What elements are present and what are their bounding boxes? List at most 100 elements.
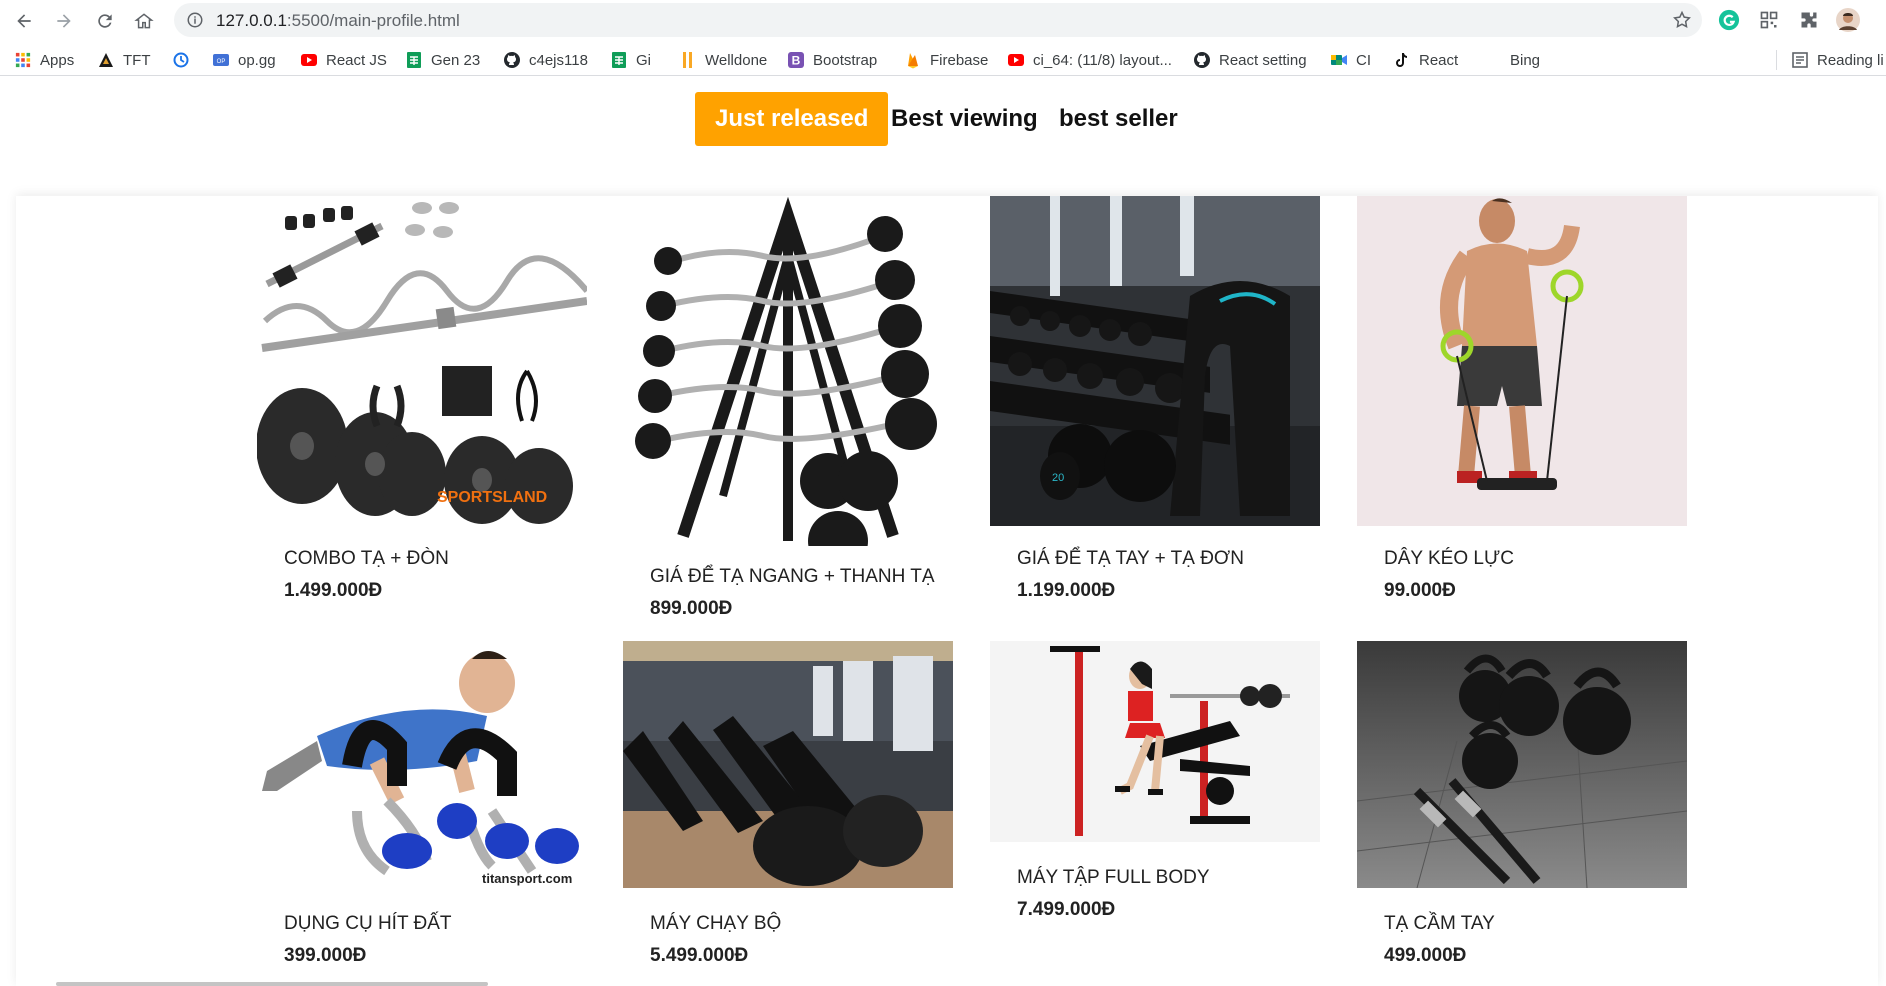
url-host: 127.0.0.1 [216,11,287,30]
bookmark-label: Reading li [1817,51,1884,69]
youtube-icon [1007,51,1025,69]
bookmark-label: Firebase [930,51,989,69]
browser-toolbar: 127.0.0.1:5500/main-profile.html [0,0,1886,40]
product-name[interactable]: DỤNG CỤ HÍT ĐẤT [284,913,451,935]
gym-dumbbell-rack-image: 20 [990,196,1320,526]
bookmark-welldone[interactable]: Welldone [679,50,767,70]
product-price: 1.499.000Đ [284,580,383,601]
product-name[interactable]: MÁY TẬP FULL BODY [1017,867,1210,889]
firebase-icon [904,51,922,69]
product-name[interactable]: TẠ CẦM TAY [1384,913,1495,935]
bookmark-label: c4ejs118 [529,51,588,69]
home-button[interactable] [129,6,159,36]
home-gym-bench-image [990,641,1320,842]
bookmark-bing[interactable]: Bing [1484,50,1540,70]
bookmark-history[interactable] [172,50,198,70]
horizontal-scrollbar[interactable] [56,982,488,986]
product-name[interactable]: MÁY CHẠY BỘ [650,913,781,935]
opgg-icon: OP [212,51,230,69]
product-price: 99.000Đ [1384,580,1456,601]
history-icon [172,51,190,69]
bookmark-ci-64-layout[interactable]: ci_64: (11/8) layout... [1007,50,1172,70]
bookmark-tft[interactable]: TFT [97,50,151,70]
product-name[interactable]: GIÁ ĐỂ TẠ TAY + TẠ ĐƠN [1017,548,1244,570]
bookmark-c4ejs118[interactable]: c4ejs118 [503,50,588,70]
extensions-puzzle-icon[interactable] [1797,8,1821,32]
bookmark-label: Gi [636,51,651,69]
bookmark-opgg[interactable]: OP op.gg [212,50,276,70]
bookmark-star-icon[interactable] [1672,10,1692,30]
qr-code-icon[interactable] [1757,8,1781,32]
product-price: 899.000Đ [650,598,733,619]
bookmark-label: Bing [1510,51,1541,69]
bookmark-label: React setting [1219,51,1307,69]
product-price: 499.000Đ [1384,945,1467,966]
tiktok-icon [1393,51,1411,69]
home-icon [134,13,154,29]
bookmark-gen-23[interactable]: Gen 23 [405,50,480,70]
url-path: :5500/main-profile.html [286,11,460,30]
info-icon[interactable] [186,11,204,29]
youtube-icon [300,51,318,69]
url-text[interactable]: 127.0.0.1:5500/main-profile.html [216,11,460,31]
bookmarks-bar: Apps TFT OP op.gg React JS Gen 23 c4ejs1… [0,44,1886,76]
bookmark-gi[interactable]: Gi [610,50,651,70]
tab-best-viewing[interactable]: Best viewing [891,92,1038,146]
product-price: 5.499.000Đ [650,945,749,966]
welldone-icon [679,51,697,69]
meet-icon [1330,51,1348,69]
github-icon [1193,51,1211,69]
bookmark-label: Welldone [705,51,768,69]
product-name[interactable]: GIÁ ĐỂ TẠ NGANG + THANH TẠ [650,566,935,588]
bing-icon [1484,51,1502,69]
forward-button[interactable] [49,6,79,36]
product-price: 1.199.000Đ [1017,580,1116,601]
bookmark-react-setting[interactable]: React setting [1193,50,1307,70]
reload-button[interactable] [90,6,120,36]
svg-text:OP: OP [217,59,226,65]
back-button[interactable] [9,6,39,36]
sheets-icon [405,51,423,69]
bookmark-reading-list[interactable]: Reading li [1791,50,1884,70]
grammarly-extension-icon[interactable] [1717,8,1741,32]
github-icon [503,51,521,69]
watermark-text: titansport.com [482,871,572,886]
bookmark-firebase[interactable]: Firebase [904,50,988,70]
bookmark-ci[interactable]: CI [1330,50,1371,70]
bookmark-apps[interactable]: Apps [14,50,74,70]
sheets-icon [610,51,628,69]
resistance-band-image [1357,196,1687,526]
product-price: 7.499.000Đ [1017,899,1116,920]
address-bar[interactable]: 127.0.0.1:5500/main-profile.html [174,3,1702,37]
bookmark-react[interactable]: React [1393,50,1458,70]
tab-best-seller[interactable]: best seller [1059,92,1178,146]
bootstrap-icon: B [787,51,805,69]
pushup-bars-image: titansport.com [257,641,587,888]
bookmark-label: Bootstrap [813,51,878,69]
svg-text:B: B [792,54,801,68]
arrow-left-icon [17,14,31,28]
kettlebells-image [1357,641,1687,888]
bookmarks-divider [1776,50,1777,70]
tab-just-released[interactable]: Just released [695,92,889,146]
arrow-right-icon [57,14,71,28]
reading-list-icon [1791,51,1809,69]
profile-avatar-icon[interactable] [1836,8,1860,32]
product-name[interactable]: DÂY KÉO LỰC [1384,548,1514,570]
bookmark-label: React [1419,51,1459,69]
bookmark-label: Gen 23 [431,51,481,69]
bookmark-bootstrap[interactable]: B Bootstrap [787,50,877,70]
product-filter-tabs: Just released Best viewing best seller [0,92,1886,146]
product-name[interactable]: COMBO TẠ + ĐÒN [284,548,449,570]
tft-icon [97,51,115,69]
apps-grid-icon [14,51,32,69]
bookmark-label: ci_64: (11/8) layout... [1033,51,1172,69]
bookmark-react-js[interactable]: React JS [300,50,387,70]
treadmill-room-image [623,641,953,888]
svg-text:20: 20 [1052,472,1064,484]
dumbbell-barbell-combo-image: SPORTSLAND [257,196,587,526]
bookmark-label: op.gg [238,51,276,69]
barbell-rack-image [623,196,953,546]
svg-text:SPORTSLAND: SPORTSLAND [437,489,547,506]
reload-icon [98,14,112,28]
